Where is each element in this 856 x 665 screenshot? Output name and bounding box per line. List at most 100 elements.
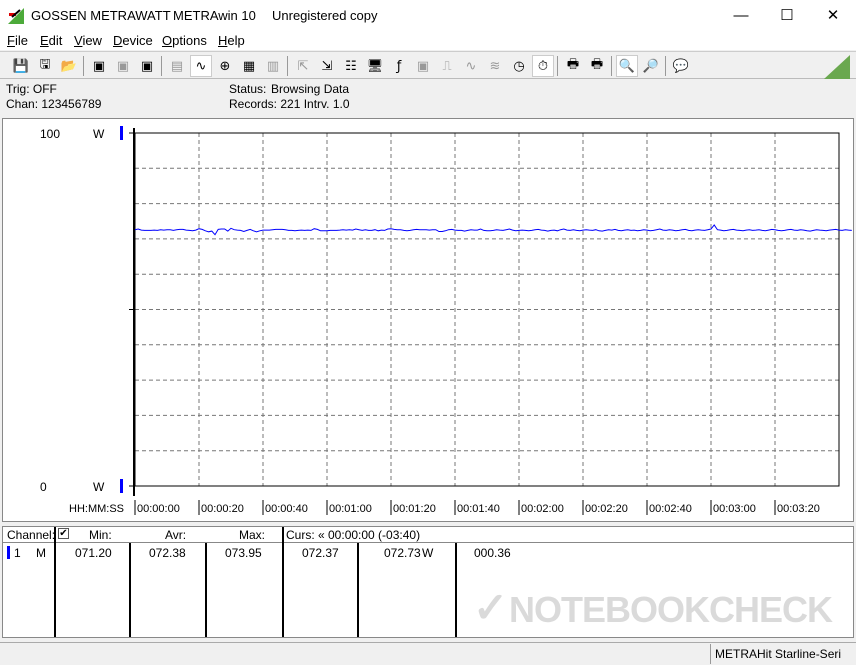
signal-button[interactable]: ∿	[460, 55, 482, 77]
save-button[interactable]: 💾	[10, 55, 32, 77]
row-unit: W	[422, 546, 434, 560]
close-button[interactable]: ✕	[810, 0, 856, 32]
header-channel: Channel:	[7, 528, 56, 542]
x-tick-label: 00:02:40	[649, 503, 692, 515]
menu-options[interactable]: Options	[162, 33, 207, 48]
channel-list: Chan: 123456789	[6, 97, 102, 111]
title-bar: GOSSEN METRAWATT METRAwin 10 Unregistere…	[0, 0, 856, 32]
status-value: Browsing Data	[271, 82, 350, 96]
device-read-disabled-icon: ▣	[116, 58, 130, 74]
toolbar-separator	[665, 56, 666, 76]
power-chart[interactable]: 00:00:00 00:00:20 00:00:40 00:01:00 00:01:20…	[3, 119, 853, 521]
watermark-text: NOTEBOOKCHECK	[509, 589, 833, 630]
x-tick-label: 00:03:20	[777, 503, 820, 515]
export-icon: ⇱	[297, 58, 309, 74]
y-unit-label: W	[93, 480, 105, 494]
table-view-button[interactable]: ▦	[238, 55, 260, 77]
crosshair-button[interactable]: ⊕	[214, 55, 236, 77]
menu-file[interactable]: File	[7, 33, 28, 48]
chart-panel[interactable]: 00:00:00 00:00:20 00:00:40 00:01:00 00:01:20…	[2, 118, 854, 522]
zoom-waveform-button[interactable]: 🔍	[616, 55, 638, 77]
device-button[interactable]: ▣	[412, 55, 434, 77]
waveform-view-button[interactable]: ∿	[190, 55, 212, 77]
comment-icon: 💬	[672, 58, 690, 74]
import-button[interactable]: ⇲	[316, 55, 338, 77]
toolbar-separator	[287, 56, 288, 76]
function-button[interactable]: ƒ	[388, 55, 410, 77]
toolbar-separator	[557, 56, 558, 76]
measurement-table: Channel: ✔ Min: Avr: Max: Curs: « 00:00:…	[2, 526, 854, 638]
crosshair-icon: ⊕	[219, 58, 231, 74]
power-series-line	[134, 224, 852, 236]
print-button[interactable]: 🖶	[586, 55, 608, 77]
monitor-icon: 🖥	[366, 58, 384, 74]
trigger-icon: ⎍	[442, 58, 452, 74]
menu-device[interactable]: Device	[113, 33, 153, 48]
function-icon: ƒ	[396, 58, 402, 74]
row-mode: M	[36, 546, 46, 560]
x-tick-label: 00:02:20	[585, 503, 628, 515]
y-tick-label: 100	[40, 127, 60, 141]
device-icon: ▣	[416, 58, 430, 74]
print-icon: 🖶	[590, 57, 604, 72]
comment-button[interactable]: 💬	[670, 55, 692, 77]
device-read-disabled-button[interactable]: ▣	[112, 55, 134, 77]
signal-icon: ∿	[465, 58, 477, 74]
menu-help[interactable]: Help	[218, 33, 245, 48]
brand-title: GOSSEN METRAWATT	[31, 8, 171, 23]
toolbar-separator	[161, 56, 162, 76]
x-axis-label: HH:MM:SS	[69, 503, 124, 515]
x-tick-label: 00:03:00	[713, 503, 756, 515]
menu-edit[interactable]: Edit	[40, 33, 62, 48]
device-read-button[interactable]: ▣	[88, 55, 110, 77]
header-max: Max:	[239, 528, 266, 542]
print-preview-icon: 🖶	[566, 57, 580, 72]
open-folder-icon: 📂	[60, 58, 78, 74]
maximize-button[interactable]: ☐	[764, 0, 810, 32]
bar-view-button[interactable]: ▥	[262, 55, 284, 77]
device-read-icon: ▣	[92, 58, 106, 74]
y-unit-label: W	[93, 127, 105, 141]
zoom-signal-button[interactable]: 🔎	[640, 55, 662, 77]
print-preview-button[interactable]: 🖶	[562, 55, 584, 77]
table-view-icon: ▦	[242, 58, 256, 74]
channel-checkbox[interactable]: ✔	[58, 528, 69, 539]
trigger-button[interactable]: ⎍	[436, 55, 458, 77]
waveform-view-icon: ∿	[195, 58, 207, 74]
y-tick-label: 0	[40, 480, 47, 494]
info-panel: Trig: OFF Chan: 123456789 Status: Browsi…	[0, 80, 856, 114]
toolbar-separator	[83, 56, 84, 76]
clock-button[interactable]: ◷	[508, 55, 530, 77]
settings-list-icon: ☷	[345, 58, 357, 74]
save-icon: 💾	[12, 58, 30, 74]
memory-read-icon: ▣	[140, 58, 154, 74]
monitor-button[interactable]: 🖥	[364, 55, 386, 77]
memory-read-button[interactable]: ▣	[136, 55, 158, 77]
status-bar: METRAHit Starline-Seri	[0, 642, 856, 665]
numeric-display-icon: ▤	[170, 58, 184, 74]
channel-color-marker	[7, 546, 10, 559]
toolbar: 💾 🖫 📂 ▣ ▣ ▣ ▤ ∿ ⊕ ▦ ▥ ⇱ ⇲ ☷ 🖥 ƒ ▣ ⎍ ∿ ≋ ◷ ⏱ 🖶 🖶 🔍 🔎 💬	[0, 51, 856, 79]
wave-button[interactable]: ≋	[484, 55, 506, 77]
row-cursor1: 072.37	[302, 546, 339, 560]
header-cursor: Curs: « 00:00:00 (-03:40)	[286, 528, 421, 542]
open-folder-button[interactable]: 📂	[58, 55, 80, 77]
row-min: 071.20	[75, 546, 112, 560]
save-as-button[interactable]: 🖫	[34, 55, 56, 77]
channel-scale-marker	[120, 126, 123, 140]
import-icon: ⇲	[321, 58, 333, 74]
records-interval: Records: 221 Intrv. 1.0	[229, 97, 350, 111]
header-avr: Avr:	[165, 528, 187, 542]
row-delta: 000.36	[474, 546, 511, 560]
timer-icon: ⏱	[537, 58, 549, 74]
numeric-display-button[interactable]: ▤	[166, 55, 188, 77]
x-tick-label: 00:01:00	[329, 503, 372, 515]
x-tick-label: 00:02:00	[521, 503, 564, 515]
timer-button[interactable]: ⏱	[532, 55, 554, 77]
settings-list-button[interactable]: ☷	[340, 55, 362, 77]
status-triangle-icon	[824, 55, 850, 79]
export-button[interactable]: ⇱	[292, 55, 314, 77]
header-min: Min:	[89, 528, 112, 542]
minimize-button[interactable]: —	[718, 0, 764, 32]
menu-view[interactable]: View	[74, 33, 102, 48]
